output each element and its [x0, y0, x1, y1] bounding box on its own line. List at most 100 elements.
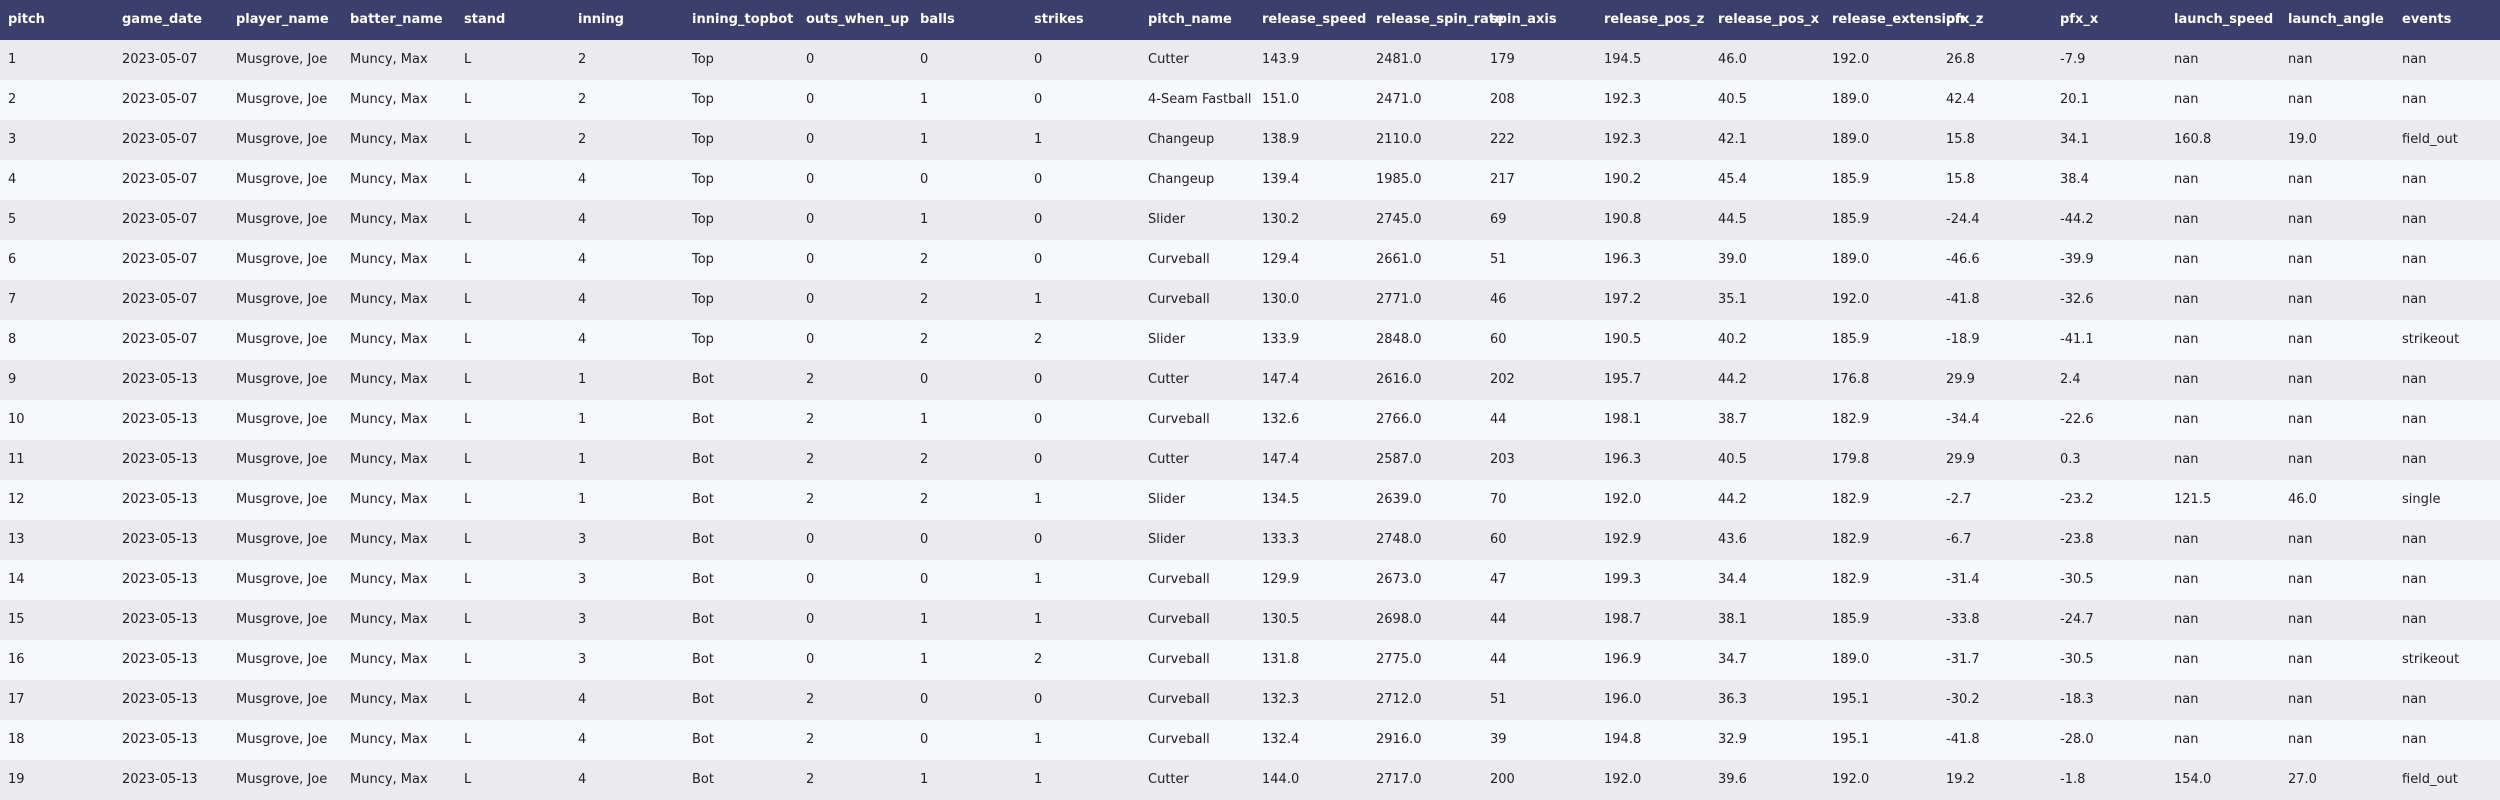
table-cell-outs-when-up: 0: [806, 572, 815, 587]
table-cell-outs-when-up: 0: [806, 92, 815, 107]
table-cell-pfx-x: -18.3: [2060, 692, 2094, 707]
table-cell-pfx-x: -28.0: [2060, 732, 2094, 747]
table-cell-inning: 4: [578, 172, 587, 187]
table-cell-launch-angle: 46.0: [2288, 492, 2317, 507]
table-cell-balls: 2: [920, 452, 929, 467]
table-cell-game-date: 2023-05-13: [122, 692, 198, 707]
table-cell-spin-axis: 39: [1490, 732, 1507, 747]
table-cell-release-speed: 131.8: [1262, 652, 1300, 667]
table-cell-launch-speed: 160.8: [2174, 132, 2212, 147]
table-cell-release-pos-x: 45.4: [1718, 172, 1747, 187]
table-cell-strikes: 0: [1034, 452, 1043, 467]
table-cell-balls: 1: [920, 412, 929, 427]
column-header-stand[interactable]: stand: [456, 0, 570, 40]
table-cell-player-name: Musgrove, Joe: [236, 332, 328, 347]
table-cell-release-extension: 182.9: [1832, 412, 1870, 427]
table-cell-release-pos-x: 43.6: [1718, 532, 1747, 547]
table-cell-player-name: Musgrove, Joe: [236, 172, 328, 187]
table-cell-batter-name: Muncy, Max: [350, 212, 428, 227]
table-cell-batter-name: Muncy, Max: [350, 252, 428, 267]
column-header-release-pos-z[interactable]: release_pos_z: [1596, 0, 1710, 40]
column-header-release-speed[interactable]: release_speed: [1254, 0, 1368, 40]
column-header-pitch[interactable]: pitch: [0, 0, 114, 40]
column-header-release-spin-rate[interactable]: release_spin_rate: [1368, 0, 1504, 40]
table-cell-pitch: 7: [8, 292, 17, 307]
table-cell-player-name: Musgrove, Joe: [236, 92, 328, 107]
table-cell-stand: L: [464, 92, 472, 107]
column-header-launch-speed[interactable]: launch_speed: [2166, 0, 2280, 40]
table-cell-release-speed: 134.5: [1262, 492, 1300, 507]
table-cell-strikes: 0: [1034, 412, 1043, 427]
table-cell-inning: 4: [578, 332, 587, 347]
table-cell-launch-speed: nan: [2174, 332, 2199, 347]
column-header-inning[interactable]: inning: [570, 0, 684, 40]
column-header-balls[interactable]: balls: [912, 0, 1026, 40]
column-header-events[interactable]: events: [2394, 0, 2500, 40]
table-cell-spin-axis: 51: [1490, 692, 1507, 707]
table-cell-game-date: 2023-05-13: [122, 412, 198, 427]
table-cell-pitch: 19: [8, 772, 25, 787]
table-cell-game-date: 2023-05-13: [122, 772, 198, 787]
table-cell-inning-topbot: Bot: [692, 412, 714, 427]
table-cell-balls: 2: [920, 332, 929, 347]
table-cell-pfx-x: -22.6: [2060, 412, 2094, 427]
table-cell-spin-axis: 69: [1490, 212, 1507, 227]
table-cell-game-date: 2023-05-13: [122, 452, 198, 467]
table-cell-pfx-x: -44.2: [2060, 212, 2094, 227]
column-header-spin-axis[interactable]: spin_axis: [1482, 0, 1596, 40]
table-cell-player-name: Musgrove, Joe: [236, 572, 328, 587]
table-cell-batter-name: Muncy, Max: [350, 612, 428, 627]
column-header-release-extension[interactable]: release_extension: [1824, 0, 1964, 40]
column-header-inning-topbot[interactable]: inning_topbot: [684, 0, 798, 40]
table-cell-launch-speed: nan: [2174, 692, 2199, 707]
table-cell-release-pos-x: 34.7: [1718, 652, 1747, 667]
table-cell-stand: L: [464, 692, 472, 707]
table-cell-pfx-z: 29.9: [1946, 452, 1975, 467]
table-cell-release-spin-rate: 2673.0: [1376, 572, 1422, 587]
table-cell-outs-when-up: 0: [806, 612, 815, 627]
table-cell-release-extension: 182.9: [1832, 572, 1870, 587]
table-cell-stand: L: [464, 132, 472, 147]
table-cell-inning-topbot: Bot: [692, 612, 714, 627]
column-header-batter-name[interactable]: batter_name: [342, 0, 456, 40]
table-cell-release-pos-x: 38.7: [1718, 412, 1747, 427]
table-cell-release-pos-x: 46.0: [1718, 52, 1747, 67]
table-cell-inning-topbot: Top: [692, 332, 714, 347]
table-cell-outs-when-up: 2: [806, 692, 815, 707]
table-cell-release-speed: 144.0: [1262, 772, 1300, 787]
table-cell-balls: 1: [920, 652, 929, 667]
table-cell-release-extension: 185.9: [1832, 332, 1870, 347]
table-cell-release-extension: 189.0: [1832, 132, 1870, 147]
table-cell-pfx-x: 38.4: [2060, 172, 2089, 187]
table-cell-balls: 0: [920, 692, 929, 707]
table-cell-stand: L: [464, 172, 472, 187]
column-header-game-date[interactable]: game_date: [114, 0, 228, 40]
table-cell-spin-axis: 51: [1490, 252, 1507, 267]
table-cell-player-name: Musgrove, Joe: [236, 452, 328, 467]
table-cell-pitch: 17: [8, 692, 25, 707]
table-cell-release-pos-z: 190.5: [1604, 332, 1642, 347]
column-header-pfx-x[interactable]: pfx_x: [2052, 0, 2166, 40]
table-row: 11 2023-05-13 Musgrove, Joe Muncy, Max L 1 Bot…: [0, 440, 2500, 480]
table-cell-balls: 0: [920, 372, 929, 387]
table-cell-balls: 0: [920, 532, 929, 547]
table-cell-pfx-z: 42.4: [1946, 92, 1975, 107]
column-header-strikes[interactable]: strikes: [1026, 0, 1140, 40]
table-cell-balls: 0: [920, 732, 929, 747]
table-cell-release-pos-x: 34.4: [1718, 572, 1747, 587]
column-header-outs-when-up[interactable]: outs_when_up: [798, 0, 912, 40]
table-cell-pitch: 6: [8, 252, 17, 267]
column-header-launch-angle[interactable]: launch_angle: [2280, 0, 2394, 40]
table-cell-release-spin-rate: 2771.0: [1376, 292, 1422, 307]
table-cell-release-pos-x: 44.2: [1718, 372, 1747, 387]
column-header-release-pos-x[interactable]: release_pos_x: [1710, 0, 1824, 40]
column-header-pfx-z[interactable]: pfx_z: [1938, 0, 2052, 40]
table-cell-release-pos-z: 192.0: [1604, 772, 1642, 787]
column-header-pitch-name[interactable]: pitch_name: [1140, 0, 1254, 40]
table-cell-release-speed: 143.9: [1262, 52, 1300, 67]
column-header-player-name[interactable]: player_name: [228, 0, 342, 40]
table-cell-stand: L: [464, 612, 472, 627]
table-cell-game-date: 2023-05-07: [122, 332, 198, 347]
table-cell-strikes: 1: [1034, 292, 1043, 307]
table-cell-game-date: 2023-05-07: [122, 172, 198, 187]
